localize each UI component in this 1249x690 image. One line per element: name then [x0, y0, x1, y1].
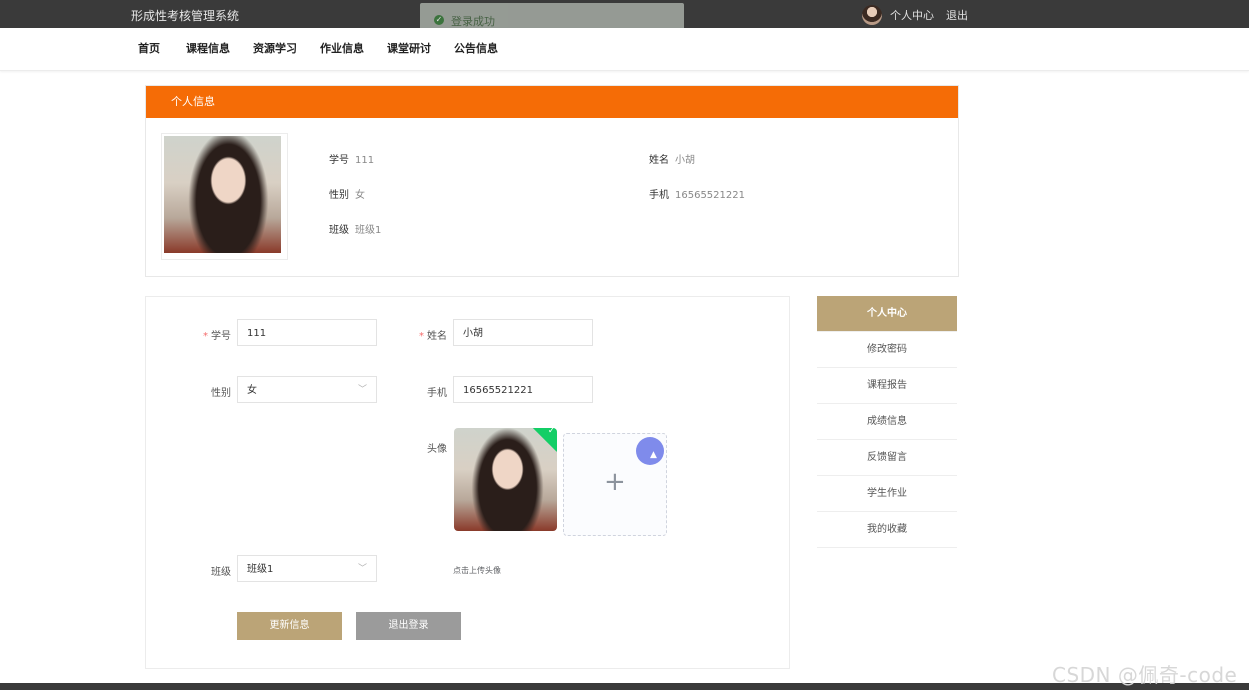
gender-select[interactable]: 女 ﹀ [237, 376, 377, 403]
sidebar-item-favorites[interactable]: 我的收藏 [817, 512, 957, 548]
profile-gender: 性别女 [329, 190, 365, 201]
check-icon: ✓ [531, 428, 557, 452]
name-input[interactable]: 小胡 [453, 319, 593, 346]
nav-discussion[interactable]: 课堂研讨 [387, 40, 431, 56]
uploaded-avatar-image[interactable]: ✓ [454, 428, 557, 531]
nav-resources[interactable]: 资源学习 [253, 40, 297, 56]
sidebar-item-course-report[interactable]: 课程报告 [817, 368, 957, 404]
plus-icon: + [604, 467, 626, 497]
check-circle-icon: ✓ [434, 15, 444, 25]
toast-message: 登录成功 [451, 15, 495, 28]
watermark: CSDN @佩奇-code [1052, 663, 1238, 687]
profile-phone: 手机 16565521221 [649, 190, 745, 201]
gender-label: 性别 [211, 388, 231, 399]
chevron-down-icon: ﹀ [357, 385, 367, 395]
name-label: * 姓名 [419, 331, 447, 342]
sidebar-item-grades[interactable]: 成绩信息 [817, 404, 957, 440]
edit-profile-form: * 学号 111 * 姓名 小胡 性别 女 ﹀ 手机 16565521221 头像 ✓… [145, 296, 790, 669]
update-info-button[interactable]: 更新信息 [237, 612, 342, 640]
chevron-down-icon: ﹀ [357, 564, 367, 574]
nav-courses[interactable]: 课程信息 [186, 40, 230, 56]
avatar-label: 头像 [427, 444, 447, 455]
nav-homework[interactable]: 作业信息 [320, 40, 364, 56]
profile-name: 姓名 小胡 [649, 155, 695, 166]
profile-card-title: 个人信息 [146, 86, 958, 118]
user-menu: 个人中心 退出 [862, 5, 968, 25]
profile-student-id: 学号 111 [329, 155, 375, 166]
profile-photo [161, 133, 288, 260]
profile-card: 个人信息 学号 111 姓名 小胡 性别女 手机 16565521221 班级 班级1 [145, 85, 959, 277]
avatar-upload-hint: 点击上传头像 [453, 566, 501, 575]
user-center-link[interactable]: 个人中心 [890, 7, 934, 23]
sidebar-item-feedback[interactable]: 反馈留言 [817, 440, 957, 476]
user-sidebar: 个人中心 修改密码 课程报告 成绩信息 反馈留言 学生作业 我的收藏 [817, 296, 957, 548]
user-avatar[interactable] [862, 5, 882, 25]
logout-link[interactable]: 退出 [946, 7, 968, 23]
main-nav: 首页 课程信息 资源学习 作业信息 课堂研讨 公告信息 [0, 28, 1249, 71]
sidebar-item-student-homework[interactable]: 学生作业 [817, 476, 957, 512]
phone-label: 手机 [427, 388, 447, 399]
logout-button[interactable]: 退出登录 [356, 612, 461, 640]
nav-home[interactable]: 首页 [138, 40, 160, 56]
student-id-input[interactable]: 111 [237, 319, 377, 346]
nav-announcements[interactable]: 公告信息 [454, 40, 498, 56]
class-select[interactable]: 班级1 ﹀ [237, 555, 377, 582]
sidebar-item-change-password[interactable]: 修改密码 [817, 332, 957, 368]
sidebar-item-user-center[interactable]: 个人中心 [817, 296, 957, 332]
phone-input[interactable]: 16565521221 [453, 376, 593, 403]
cursor-indicator: ▲ [636, 437, 664, 465]
student-id-label: * 学号 [203, 331, 231, 342]
app-title: 形成性考核管理系统 [131, 9, 240, 23]
profile-class: 班级 班级1 [329, 225, 382, 236]
class-label: 班级 [211, 567, 231, 578]
